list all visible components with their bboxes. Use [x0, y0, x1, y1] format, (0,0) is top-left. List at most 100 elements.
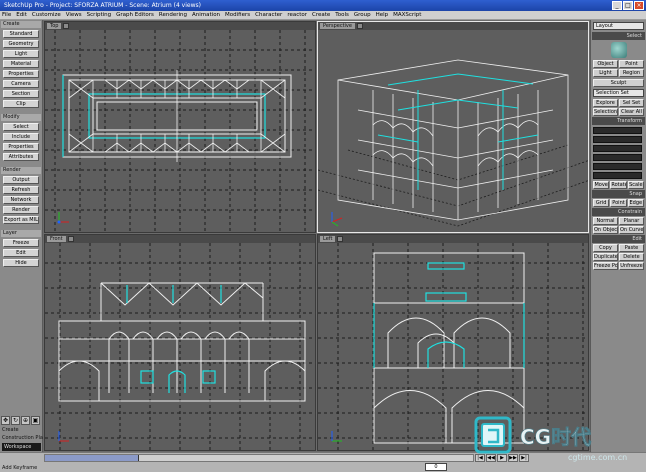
- pan-icon[interactable]: ✥: [1, 416, 10, 425]
- menu-file[interactable]: File: [2, 12, 11, 18]
- cg-logo-icon: [474, 416, 512, 454]
- constrain-row-1: Normal Planar: [593, 217, 644, 225]
- time-slider-thumb[interactable]: [45, 455, 140, 461]
- transform-field-z[interactable]: [593, 145, 642, 152]
- selection-set-field[interactable]: Selection Set: [593, 89, 644, 97]
- attributes-button[interactable]: Attributes: [3, 153, 39, 161]
- close-button[interactable]: ×: [634, 1, 644, 10]
- network-button[interactable]: Network: [3, 196, 39, 204]
- zoom-icon[interactable]: ⊕: [21, 416, 30, 425]
- on-object-button[interactable]: On Object: [593, 226, 618, 234]
- edit-layer-button[interactable]: Edit: [3, 249, 39, 257]
- menu-tools[interactable]: Tools: [335, 12, 349, 18]
- viewport-label-top[interactable]: Top: [47, 23, 62, 29]
- planar-button[interactable]: Planar: [619, 217, 644, 225]
- material-button[interactable]: Material: [3, 60, 39, 68]
- modify-properties-button[interactable]: Properties: [3, 143, 39, 151]
- viewport-menu-icon[interactable]: [67, 236, 74, 242]
- time-slider[interactable]: [44, 454, 474, 462]
- hide-button[interactable]: Hide: [3, 259, 39, 267]
- properties-button[interactable]: Properties: [3, 70, 39, 78]
- refresh-button[interactable]: Refresh: [3, 186, 39, 194]
- layout-field[interactable]: Layout: [593, 22, 644, 30]
- unfreeze-button[interactable]: Unfreeze: [619, 262, 644, 270]
- left-command-panel: Create Standard Geometry Light Material …: [0, 20, 43, 452]
- normal-button[interactable]: Normal: [593, 217, 618, 225]
- snap-grid-button[interactable]: Grid: [593, 199, 610, 207]
- select-mode-icon[interactable]: [610, 42, 627, 58]
- section-button[interactable]: Section: [3, 90, 39, 98]
- viewport-perspective[interactable]: Perspective: [317, 21, 589, 233]
- section-title-select: Select: [592, 32, 645, 40]
- copy-button[interactable]: Copy: [593, 244, 618, 252]
- viewport-label-perspective[interactable]: Perspective: [320, 23, 355, 29]
- menu-reactor[interactable]: reactor: [287, 12, 307, 18]
- menu-rendering[interactable]: Rendering: [159, 12, 187, 18]
- delete-button[interactable]: Delete: [619, 253, 644, 261]
- transform-field-rx[interactable]: [593, 154, 642, 161]
- explore-button[interactable]: Explore: [593, 99, 618, 107]
- standard-button[interactable]: Standard: [3, 30, 39, 38]
- menu-character[interactable]: Character: [255, 12, 282, 18]
- duplicate-button[interactable]: Duplicate: [593, 253, 618, 261]
- menu-edit[interactable]: Edit: [16, 12, 27, 18]
- freeze-button[interactable]: Freeze: [3, 239, 39, 247]
- transform-field-ry[interactable]: [593, 163, 642, 170]
- menu-maxscript[interactable]: MAXScript: [393, 12, 421, 18]
- transform-field-rz[interactable]: [593, 172, 642, 179]
- workspace-field[interactable]: Workspace: [2, 443, 41, 451]
- object-button[interactable]: Object: [593, 60, 618, 68]
- render-button[interactable]: Render: [3, 206, 39, 214]
- window-controls: _ □ ×: [612, 1, 644, 10]
- include-button[interactable]: Include: [3, 133, 39, 141]
- viewport-menu-icon[interactable]: [337, 236, 344, 242]
- viewport-header: Perspective: [318, 22, 588, 30]
- menu-modifiers[interactable]: Modifiers: [225, 12, 250, 18]
- menu-customize[interactable]: Customize: [32, 12, 61, 18]
- sel-set-button[interactable]: Sel Set: [619, 99, 644, 107]
- clip-button[interactable]: Clip: [3, 100, 39, 108]
- freeze-pos-button[interactable]: Freeze Pos: [593, 262, 618, 270]
- camera-button[interactable]: Camera: [3, 80, 39, 88]
- region-button[interactable]: Region: [619, 69, 644, 77]
- menu-graph-editors[interactable]: Graph Editors: [116, 12, 154, 18]
- scale-button[interactable]: Scale: [627, 181, 644, 189]
- transform-field-x[interactable]: [593, 127, 642, 134]
- menu-views[interactable]: Views: [66, 12, 82, 18]
- maximize-button[interactable]: □: [623, 1, 633, 10]
- point-button[interactable]: Point: [619, 60, 644, 68]
- viewport-top[interactable]: Top: [44, 21, 316, 233]
- menu-create[interactable]: Create: [312, 12, 330, 18]
- edit-row-2: Duplicate Delete: [593, 253, 644, 261]
- menu-help[interactable]: Help: [376, 12, 389, 18]
- light-select-button[interactable]: Light: [593, 69, 618, 77]
- viewport-menu-icon[interactable]: [356, 23, 363, 29]
- snap-edge-button[interactable]: Edge: [627, 199, 644, 207]
- transform-field-y[interactable]: [593, 136, 642, 143]
- export-button[interactable]: Export as MIL: [3, 216, 39, 224]
- move-button[interactable]: Move: [593, 181, 610, 189]
- orbit-icon[interactable]: ↻: [11, 416, 20, 425]
- menu-scripting[interactable]: Scripting: [87, 12, 111, 18]
- on-curve-button[interactable]: On Curve: [619, 226, 644, 234]
- paste-button[interactable]: Paste: [619, 244, 644, 252]
- fit-icon[interactable]: ▣: [31, 416, 40, 425]
- frame-field[interactable]: 0: [425, 463, 447, 471]
- viewport-front[interactable]: Front: [44, 234, 316, 451]
- viewport-label-left[interactable]: Left: [320, 236, 336, 242]
- sculpt-button[interactable]: Sculpt: [593, 79, 644, 87]
- select-button[interactable]: Select: [3, 123, 39, 131]
- create-label: Create: [2, 427, 19, 433]
- light-button[interactable]: Light: [3, 50, 39, 58]
- viewport-label-front[interactable]: Front: [47, 236, 66, 242]
- minimize-button[interactable]: _: [612, 1, 622, 10]
- snap-point-button[interactable]: Point: [610, 199, 627, 207]
- menu-animation[interactable]: Animation: [192, 12, 220, 18]
- clear-all-button[interactable]: Clear All: [619, 108, 644, 116]
- menu-group[interactable]: Group: [354, 12, 371, 18]
- viewport-menu-icon[interactable]: [63, 23, 70, 29]
- selection-button[interactable]: Selection: [593, 108, 618, 116]
- rotate-button[interactable]: Rotate: [610, 181, 627, 189]
- geometry-button[interactable]: Geometry: [3, 40, 39, 48]
- output-button[interactable]: Output: [3, 176, 39, 184]
